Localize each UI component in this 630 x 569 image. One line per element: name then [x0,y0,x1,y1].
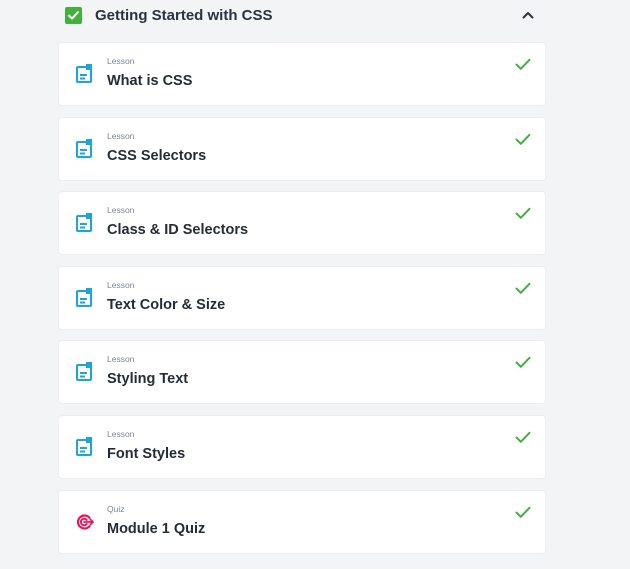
completed-check-icon [515,58,531,71]
lesson-document-icon [76,64,94,84]
completed-check-icon [515,506,531,519]
lesson-document-icon [76,362,94,382]
item-type-label: Lesson [107,205,135,216]
item-type-label: Quiz [107,503,125,514]
item-title: Class & ID Selectors [107,222,249,239]
item-type-label: Lesson [107,279,135,290]
item-title: Styling Text [107,371,189,388]
completed-check-icon [515,133,531,146]
module-item-row[interactable]: Lesson Styling Text [59,341,545,404]
item-title: What is CSS [107,73,193,89]
item-title: Font Styles [107,445,186,462]
lesson-document-icon [76,138,94,159]
module-header[interactable]: Getting Started with CSS [60,0,544,30]
module-item-row[interactable]: Lesson Font Styles [59,415,545,478]
module-complete-check-icon [65,6,82,24]
lesson-document-icon [76,436,94,457]
item-type-label: Lesson [107,56,135,66]
lesson-document-icon [76,287,94,308]
quiz-target-icon [76,512,94,532]
module-title: Getting Started with CSS [95,6,273,24]
completed-check-icon [515,282,531,295]
module-item-list: Lesson What is CSS Lesson CSS Selectors Less… [59,43,545,565]
completed-check-icon [515,207,531,220]
lesson-document-icon [76,213,94,233]
module-item-row[interactable]: Lesson Class & ID Selectors [59,192,545,255]
module-item-row[interactable]: Lesson CSS Selectors [59,117,545,180]
item-title: Module 1 Quiz [107,520,206,537]
item-type-label: Lesson [107,130,135,141]
completed-check-icon [515,431,531,444]
chevron-up-icon[interactable] [520,7,536,23]
completed-check-icon [515,356,531,369]
module-item-row[interactable]: Lesson What is CSS [59,43,545,105]
item-type-label: Lesson [107,354,135,365]
module-item-row[interactable]: Lesson Text Color & Size [59,266,545,329]
module-item-row[interactable]: Quiz Module 1 Quiz [59,490,545,553]
item-title: CSS Selectors [107,147,207,164]
item-type-label: Lesson [107,428,135,439]
item-title: Text Color & Size [107,296,226,313]
